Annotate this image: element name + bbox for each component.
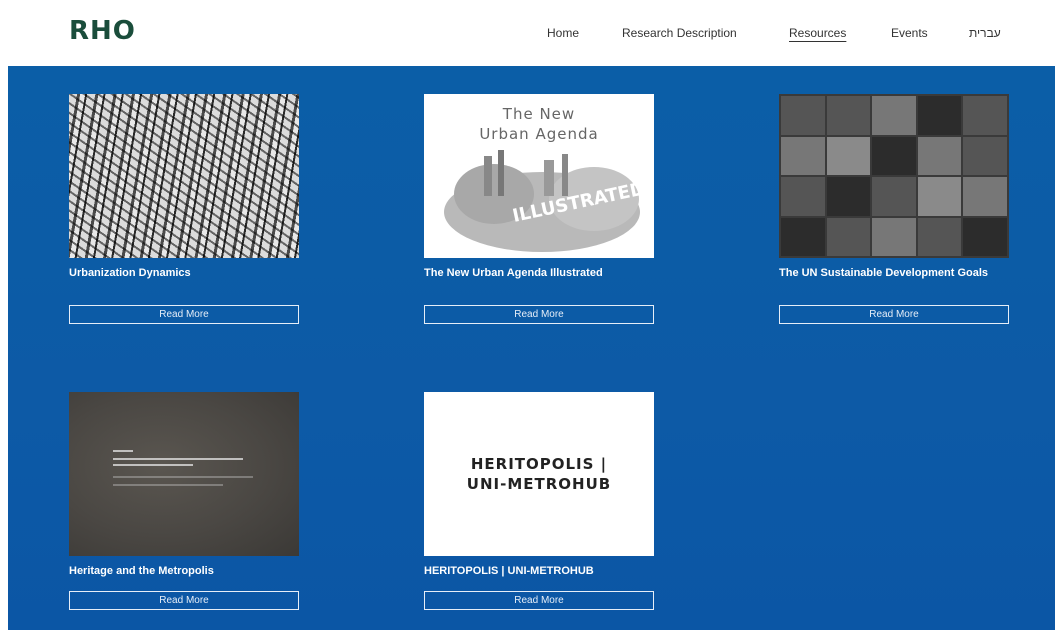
card-title[interactable]: HERITOPOLIS | UNI-METROHUB [424, 564, 654, 578]
resource-card: Heritage and the Metropolis Read More [69, 392, 299, 624]
image-caption: HERITOPOLIS | UNI-METROHUB [466, 455, 612, 493]
text-line [113, 458, 243, 460]
nav-home[interactable]: Home [547, 26, 579, 40]
read-more-button[interactable]: Read More [424, 305, 654, 324]
nav-resources[interactable]: Resources [789, 26, 846, 40]
card-image-heritage[interactable] [69, 392, 299, 556]
card-title[interactable]: The UN Sustainable Development Goals [779, 266, 1009, 280]
read-more-button[interactable]: Read More [69, 591, 299, 610]
urban-illustration-icon: ILLUSTRATED [444, 150, 647, 252]
card-image-crowd[interactable] [69, 94, 299, 258]
resource-card: Urbanization Dynamics Read More [69, 94, 299, 326]
card-title[interactable]: Heritage and the Metropolis [69, 564, 299, 578]
card-image-sdg-collage[interactable] [779, 94, 1009, 258]
read-more-button[interactable]: Read More [69, 305, 299, 324]
read-more-button[interactable]: Read More [779, 305, 1009, 324]
text-line [113, 484, 223, 486]
text-line [113, 476, 253, 478]
nav-events[interactable]: Events [891, 26, 928, 40]
site-header: RHO Home Research Description Resources … [0, 0, 1055, 66]
read-more-button[interactable]: Read More [424, 591, 654, 610]
text-line [113, 464, 193, 466]
resource-card: HERITOPOLIS | UNI-METROHUB HERITOPOLIS |… [424, 392, 654, 624]
main-nav: Home Research Description Resources Even… [0, 26, 1055, 46]
nav-hebrew[interactable]: עברית [969, 26, 1001, 40]
card-image-new-urban-agenda[interactable]: The New Urban Agenda ILLUSTRATED [424, 94, 654, 258]
resources-grid: Urbanization Dynamics Read More The New … [8, 66, 1055, 630]
resource-card: The New Urban Agenda ILLUSTRATED The New… [424, 94, 654, 326]
text-line [113, 450, 133, 452]
card-title[interactable]: The New Urban Agenda Illustrated [424, 266, 654, 280]
nav-research-description[interactable]: Research Description [622, 26, 737, 40]
card-image-heritopolis[interactable]: HERITOPOLIS | UNI-METROHUB [424, 392, 654, 556]
card-title[interactable]: Urbanization Dynamics [69, 266, 299, 280]
resource-card: The UN Sustainable Development Goals Rea… [779, 94, 1009, 326]
